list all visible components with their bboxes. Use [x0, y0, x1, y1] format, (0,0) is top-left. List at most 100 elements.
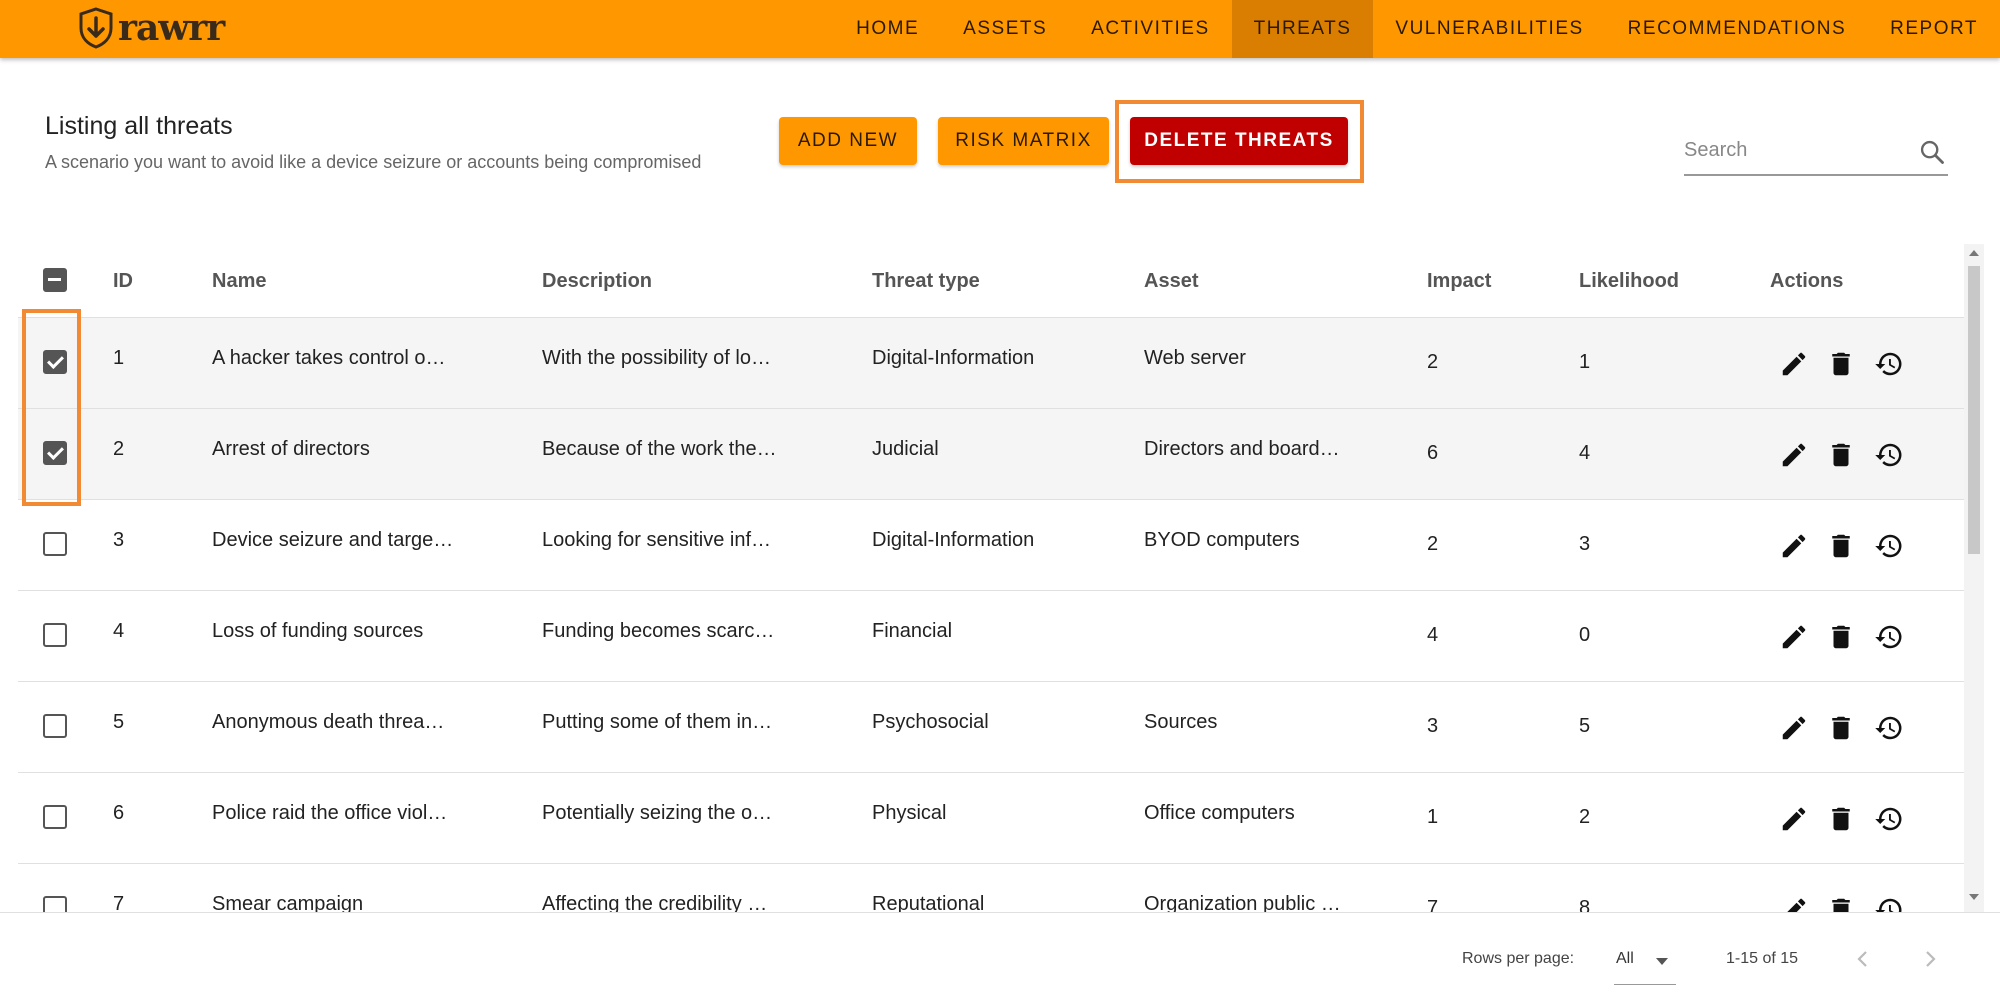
- pencil-icon[interactable]: [1779, 531, 1809, 561]
- pencil-icon[interactable]: [1779, 713, 1809, 743]
- cell-likelihood: 3: [1579, 533, 1591, 555]
- nav-item-home[interactable]: HOME: [834, 0, 941, 58]
- trash-icon[interactable]: [1826, 895, 1856, 912]
- cell-description: Potentially seizing the o…: [542, 802, 773, 824]
- column-header-id[interactable]: ID: [113, 270, 133, 293]
- scroll-thumb[interactable]: [1968, 266, 1980, 554]
- search-icon[interactable]: [1918, 138, 1946, 171]
- pencil-icon[interactable]: [1779, 349, 1809, 379]
- scroll-down-arrow[interactable]: [1969, 894, 1979, 900]
- cell-id: 1: [113, 347, 125, 369]
- nav-item-threats[interactable]: THREATS: [1231, 0, 1374, 58]
- cell-id: 6: [113, 802, 125, 824]
- pencil-icon[interactable]: [1779, 440, 1809, 470]
- cell-id: 5: [113, 711, 125, 733]
- cell-description: Affecting the credibility …: [542, 893, 768, 912]
- cell-description: With the possibility of lo…: [542, 347, 771, 369]
- column-header-impact[interactable]: Impact: [1427, 270, 1491, 293]
- pagination-range: 1-15 of 15: [1726, 950, 1799, 967]
- column-header-name[interactable]: Name: [212, 270, 266, 293]
- history-icon[interactable]: [1874, 531, 1904, 561]
- cell-threat-type: Physical: [872, 802, 947, 824]
- table-row[interactable]: 4 Loss of funding sources Funding becomes …: [18, 591, 1964, 682]
- nav-item-report[interactable]: REPORT: [1868, 0, 2000, 58]
- cell-name: Smear campaign: [212, 893, 364, 912]
- cell-name: Anonymous death threa…: [212, 711, 445, 733]
- history-icon[interactable]: [1874, 349, 1904, 379]
- app-logo[interactable]: rawrr: [78, 4, 225, 52]
- table-row[interactable]: 7 Smear campaign Affecting the credibility…: [18, 864, 1964, 912]
- cell-impact: 6: [1427, 442, 1439, 464]
- table-row[interactable]: 1 A hacker takes control o… With the possi…: [18, 318, 1964, 409]
- table-row[interactable]: 3 Device seizure and targe… Looking for se…: [18, 500, 1964, 591]
- trash-icon[interactable]: [1826, 349, 1856, 379]
- pencil-icon[interactable]: [1779, 895, 1809, 912]
- row-checkbox[interactable]: [43, 714, 67, 738]
- chevron-right-icon[interactable]: [1918, 947, 1942, 971]
- cell-description: Looking for sensitive inf…: [542, 529, 772, 551]
- page-title: Listing all threats: [45, 112, 233, 140]
- column-header-description[interactable]: Description: [542, 270, 652, 293]
- scroll-up-arrow[interactable]: [1969, 250, 1979, 256]
- trash-icon[interactable]: [1826, 440, 1856, 470]
- shield-logo-icon: [79, 7, 113, 49]
- row-checkbox[interactable]: [43, 532, 67, 556]
- cell-name: Arrest of directors: [212, 438, 370, 460]
- nav-item-recommendations[interactable]: RECOMMENDATIONS: [1606, 0, 1868, 58]
- trash-icon[interactable]: [1826, 713, 1856, 743]
- table-row[interactable]: 2 Arrest of directors Because of the work …: [18, 409, 1964, 500]
- cell-id: 2: [113, 438, 125, 460]
- add-new-button[interactable]: ADD NEW: [779, 117, 917, 165]
- pencil-icon[interactable]: [1779, 804, 1809, 834]
- cell-threat-type: Financial: [872, 620, 953, 642]
- table-scrollbar[interactable]: [1964, 244, 1984, 912]
- select-all-checkbox[interactable]: [43, 268, 67, 292]
- history-icon[interactable]: [1874, 895, 1904, 912]
- history-icon[interactable]: [1874, 804, 1904, 834]
- row-checkbox[interactable]: [43, 896, 67, 912]
- logo-text: rawrr: [118, 7, 225, 49]
- pencil-icon[interactable]: [1779, 622, 1809, 652]
- history-icon[interactable]: [1874, 713, 1904, 743]
- cell-threat-type: Reputational: [872, 893, 985, 912]
- cell-impact: 4: [1427, 624, 1439, 646]
- chevron-left-icon[interactable]: [1851, 947, 1875, 971]
- cell-likelihood: 5: [1579, 715, 1591, 737]
- cell-likelihood: 8: [1579, 897, 1591, 912]
- cell-description: Because of the work the…: [542, 438, 777, 460]
- nav-item-activities[interactable]: ACTIVITIES: [1069, 0, 1231, 58]
- cell-asset: Organization public …: [1144, 893, 1341, 912]
- nav-item-vulnerabilities[interactable]: VULNERABILITIES: [1373, 0, 1605, 58]
- cell-likelihood: 0: [1579, 624, 1591, 646]
- cell-likelihood: 2: [1579, 806, 1591, 828]
- history-icon[interactable]: [1874, 440, 1904, 470]
- trash-icon[interactable]: [1826, 531, 1856, 561]
- column-header-threat-type[interactable]: Threat type: [872, 270, 980, 293]
- cell-impact: 2: [1427, 533, 1439, 555]
- cell-impact: 2: [1427, 351, 1439, 373]
- risk-matrix-button[interactable]: RISK MATRIX: [938, 117, 1109, 165]
- cell-threat-type: Judicial: [872, 438, 939, 460]
- search-input[interactable]: [1684, 130, 1904, 170]
- column-header-likelihood[interactable]: Likelihood: [1579, 270, 1679, 293]
- trash-icon[interactable]: [1826, 622, 1856, 652]
- column-header-actions: Actions: [1770, 270, 1844, 292]
- table-header-row: ID Name Description Threat type Asset Im…: [18, 244, 1964, 318]
- table-row[interactable]: 6 Police raid the office viol… Potentially…: [18, 773, 1964, 864]
- history-icon[interactable]: [1874, 622, 1904, 652]
- column-header-asset[interactable]: Asset: [1144, 270, 1198, 293]
- trash-icon[interactable]: [1826, 804, 1856, 834]
- row-checkbox[interactable]: [43, 805, 67, 829]
- cell-description: Funding becomes scarc…: [542, 620, 775, 642]
- table-row[interactable]: 5 Anonymous death threa… Putting some of t…: [18, 682, 1964, 773]
- rows-per-page-label: Rows per page:: [1462, 950, 1575, 967]
- nav-menu: HOME ASSETS ACTIVITIES THREATS VULNERABI…: [834, 0, 2000, 58]
- row-checkbox[interactable]: [43, 623, 67, 647]
- delete-threats-button[interactable]: DELETE THREATS: [1130, 117, 1348, 165]
- row-checkbox[interactable]: [43, 441, 67, 465]
- cell-asset: Sources: [1144, 711, 1218, 733]
- rows-per-page-select[interactable]: All: [1614, 939, 1676, 985]
- nav-item-assets[interactable]: ASSETS: [941, 0, 1069, 58]
- row-checkbox[interactable]: [43, 350, 67, 374]
- cell-impact: 3: [1427, 715, 1439, 737]
